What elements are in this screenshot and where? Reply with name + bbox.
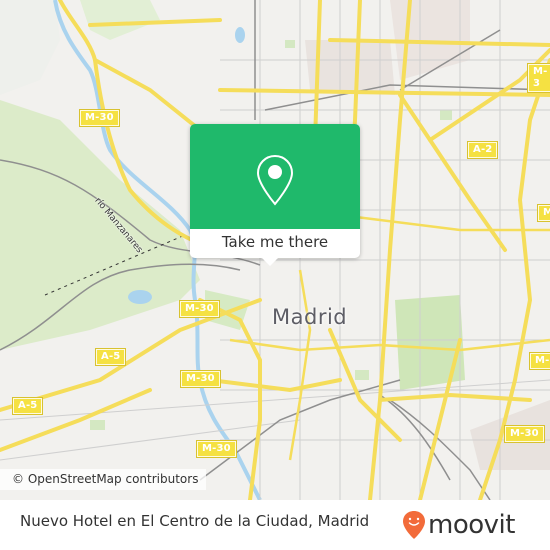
road-label-m30: M [536, 204, 550, 222]
take-me-there-button[interactable]: Take me there [190, 229, 360, 258]
road-label-a5: A-5 [94, 348, 127, 366]
city-label: Madrid [272, 305, 348, 329]
location-popup: Take me there [190, 124, 360, 266]
moovit-logo[interactable]: moovit [402, 510, 515, 540]
road-label-a5: A-5 [11, 397, 44, 415]
map-attribution[interactable]: © OpenStreetMap contributors [0, 469, 207, 490]
road-label-m30: M- [529, 352, 550, 370]
road-label-m30: M-30 [79, 109, 120, 127]
moovit-pin-icon [403, 511, 425, 539]
popup-pointer [261, 257, 279, 266]
road-label-a2: A-2 [466, 141, 499, 159]
map[interactable]: M-30 A-2 M-3 M M-30 A-5 A-5 M-30 M-30 M-… [0, 0, 550, 500]
footer: Nuevo Hotel en El Centro de la Ciudad, M… [0, 500, 550, 550]
road-label-m30: M-30 [179, 300, 220, 318]
road-label-m30: M-30 [196, 440, 237, 458]
place-title: Nuevo Hotel en El Centro de la Ciudad, M… [20, 512, 370, 530]
road-label-m30: M-30 [504, 425, 545, 443]
road-label-m30: M-3 [527, 63, 550, 93]
moovit-logo-text: moovit [428, 510, 515, 540]
road-label-m30: M-30 [180, 370, 221, 388]
popup-header [190, 124, 360, 229]
map-pin-icon [256, 154, 294, 206]
